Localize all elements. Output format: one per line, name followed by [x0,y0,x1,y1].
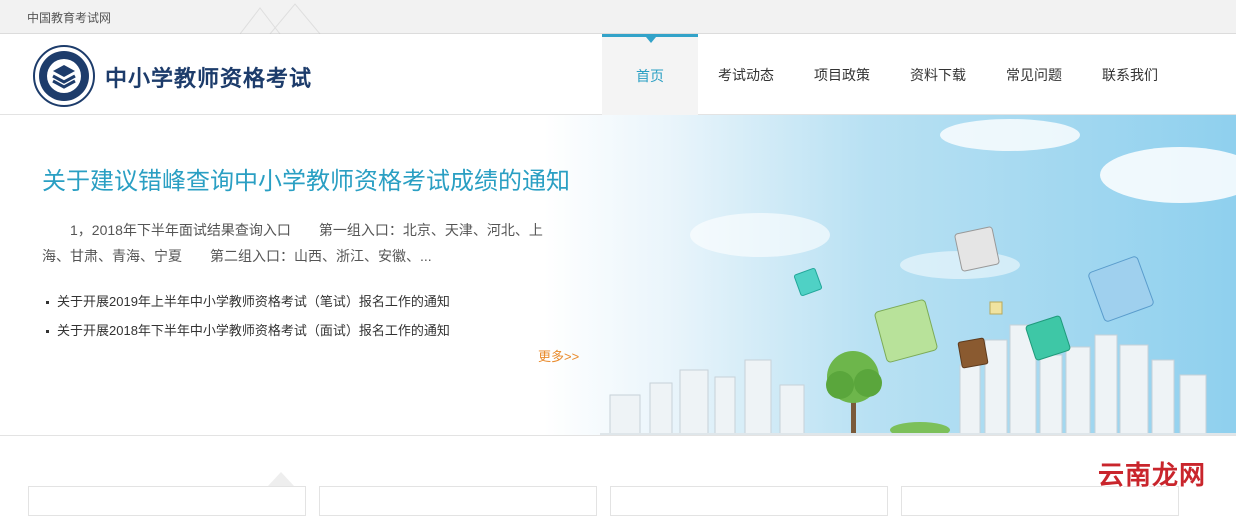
headline-summary: 1，2018年下半年面试结果查询入口 第一组入口：北京、天津、河北、上海、甘肃、… [42,222,543,264]
mountain-decoration [240,3,321,34]
nav-exam-news[interactable]: 考试动态 [698,34,794,115]
feature-cards [0,436,1236,516]
headline-link[interactable]: 关于建议错峰查询中小学教师资格考试成绩的通知 [42,161,570,196]
nav-policy[interactable]: 项目政策 [794,34,890,115]
list-item[interactable]: 关于开展2018年下半年中小学教师资格考试（面试）报名工作的通知 [46,316,450,345]
bullet-icon [46,301,49,305]
nav-home[interactable]: 首页 [602,34,698,115]
triangle-decoration [268,472,294,486]
nav-downloads[interactable]: 资料下载 [890,34,986,115]
bullet-icon [46,330,49,334]
news-title[interactable]: 关于开展2018年下半年中小学教师资格考试（面试）报名工作的通知 [57,323,450,338]
news-list: 关于开展2019年上半年中小学教师资格考试（笔试）报名工作的通知 关于开展201… [46,287,450,345]
top-bar: 中国教育考试网 [0,0,1236,34]
site-title: 中小学教师资格考试 [105,66,313,91]
header: 中小学教师资格考试 首页 考试动态 项目政策 资料下载 常见问题 联系我们 [0,34,1236,115]
feature-card[interactable] [28,486,306,516]
exam-logo-icon[interactable] [33,45,95,107]
main-nav: 首页 考试动态 项目政策 资料下载 常见问题 联系我们 [602,34,1178,115]
nav-faq[interactable]: 常见问题 [986,34,1082,115]
site-home-link[interactable]: 中国教育考试网 [27,9,111,26]
feature-card[interactable] [319,486,597,516]
feature-card[interactable] [610,486,888,516]
watermark-text: 云南龙网 [1098,460,1207,490]
more-link[interactable]: 更多>> [538,346,579,365]
hero-banner: 关于建议错峰查询中小学教师资格考试成绩的通知 1，2018年下半年面试结果查询入… [0,115,1236,436]
list-item[interactable]: 关于开展2019年上半年中小学教师资格考试（笔试）报名工作的通知 [46,287,450,316]
nav-contact[interactable]: 联系我们 [1082,34,1178,115]
news-title[interactable]: 关于开展2019年上半年中小学教师资格考试（笔试）报名工作的通知 [57,294,450,309]
